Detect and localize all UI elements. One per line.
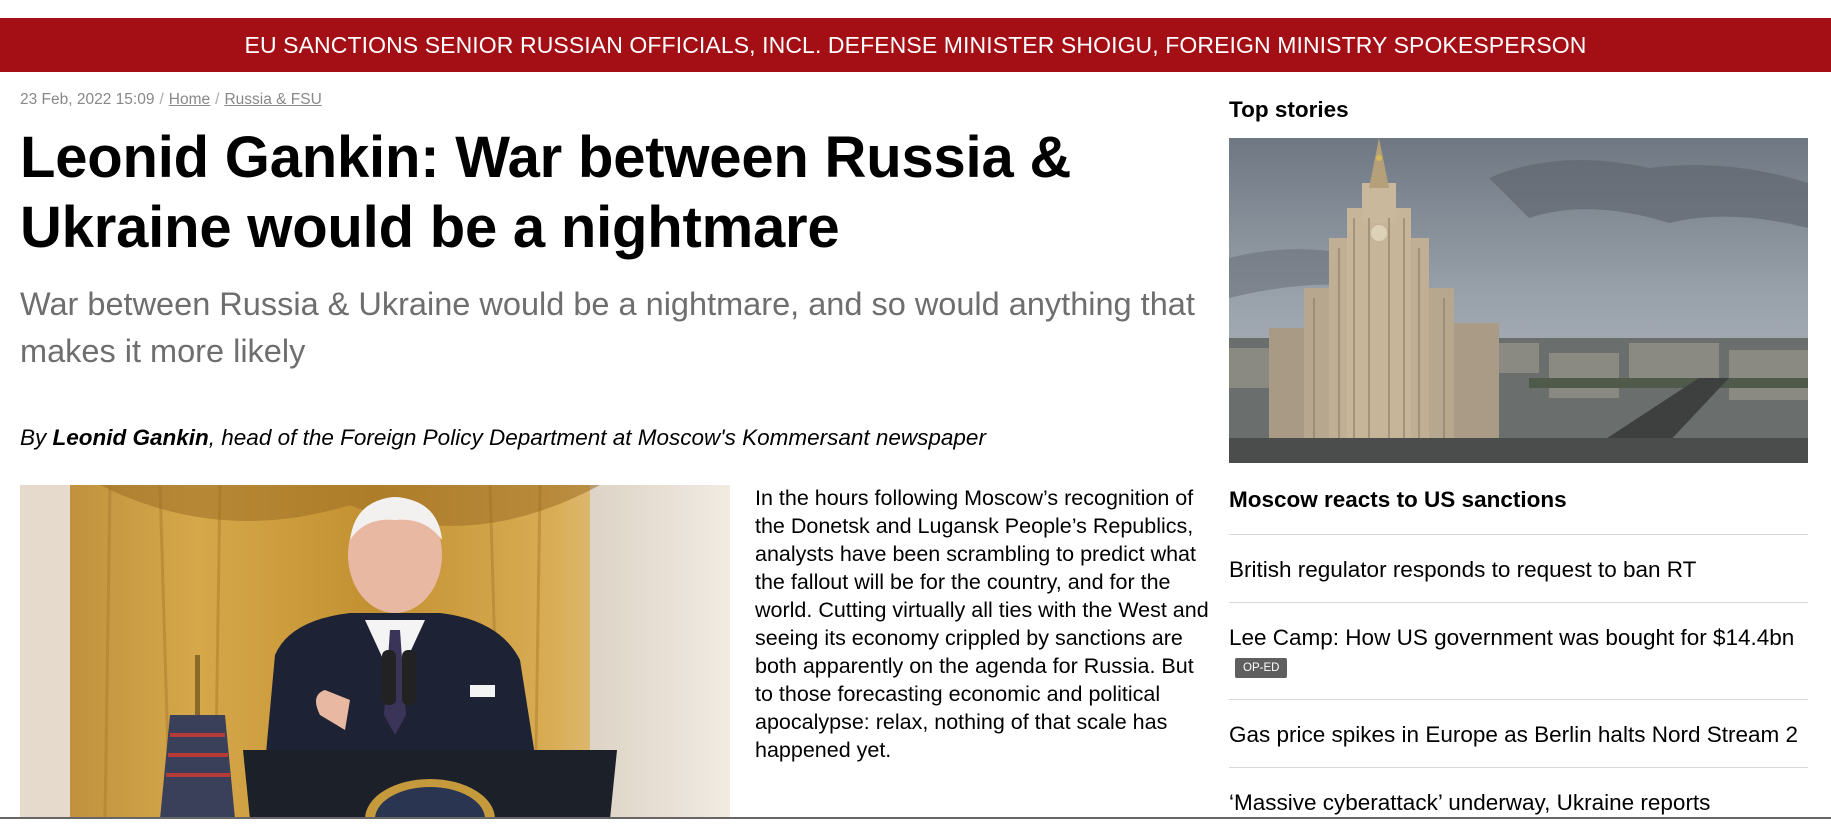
breadcrumb-section-link[interactable]: Russia & FSU: [224, 91, 321, 108]
breadcrumb-separator: /: [159, 91, 164, 108]
story-title[interactable]: ‘Massive cyberattack’ underway, Ukraine …: [1229, 790, 1710, 815]
story-item[interactable]: ‘Massive cyberattack’ underway, Ukraine …: [1229, 767, 1808, 835]
breadcrumb-home-link[interactable]: Home: [169, 91, 210, 108]
story-item[interactable]: Gas price spikes in Europe as Berlin hal…: [1229, 699, 1808, 767]
publish-date: 23 Feb, 2022 15:09: [20, 91, 155, 108]
op-ed-badge: OP-ED: [1235, 658, 1288, 679]
breaking-news-ticker[interactable]: EU SANCTIONS SENIOR RUSSIAN OFFICIALS, I…: [0, 18, 1831, 72]
story-item[interactable]: British regulator responds to request to…: [1229, 534, 1808, 602]
top-stories-list: British regulator responds to request to…: [1229, 534, 1808, 835]
byline-description: , head of the Foreign Policy Department …: [208, 425, 986, 450]
article-byline: By Leonid Gankin, head of the Foreign Po…: [20, 425, 986, 451]
ticker-text: EU SANCTIONS SENIOR RUSSIAN OFFICIALS, I…: [244, 31, 1587, 58]
breadcrumb-separator: /: [215, 91, 220, 108]
top-stories-heading: Top stories: [1229, 97, 1349, 122]
article-body-paragraph: In the hours following Moscow’s recognit…: [755, 486, 1209, 762]
article-main-image[interactable]: [20, 485, 730, 819]
article-summary: War between Russia & Ukraine would be a …: [20, 286, 1195, 369]
top-story-image[interactable]: [1229, 138, 1808, 463]
lead-story-link[interactable]: Moscow reacts to US sanctions: [1229, 487, 1567, 513]
story-title[interactable]: Gas price spikes in Europe as Berlin hal…: [1229, 722, 1798, 747]
story-item[interactable]: Lee Camp: How US government was bought f…: [1229, 602, 1808, 699]
article-headline: Leonid Gankin: War between Russia & Ukra…: [20, 125, 1072, 260]
byline-author: Leonid Gankin: [52, 425, 209, 450]
article-meta: 23 Feb, 2022 15:09/Home / Russia & FSU: [20, 91, 322, 109]
story-title[interactable]: Lee Camp: How US government was bought f…: [1229, 625, 1794, 650]
byline-prefix: By: [20, 425, 53, 450]
story-title[interactable]: British regulator responds to request to…: [1229, 557, 1696, 582]
